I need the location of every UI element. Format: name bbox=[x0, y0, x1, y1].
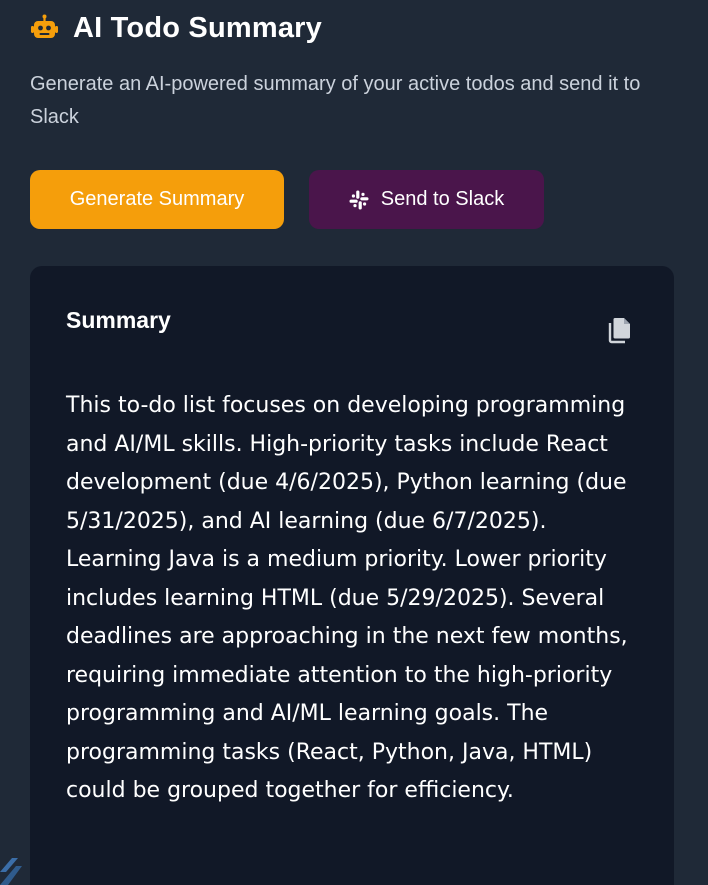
summary-card: Summary This to-do list focuses on devel… bbox=[30, 266, 674, 885]
page-subtitle: Generate an AI-powered summary of your a… bbox=[30, 73, 641, 128]
send-to-slack-label: Send to Slack bbox=[380, 188, 505, 210]
send-to-slack-button[interactable]: Send to Slack bbox=[309, 170, 544, 229]
header: AI Todo Summary bbox=[30, 12, 322, 45]
robot-icon bbox=[30, 14, 59, 43]
corner-decoration-icon bbox=[0, 850, 30, 885]
page-title: AI Todo Summary bbox=[73, 12, 322, 44]
generate-summary-label: Generate Summary bbox=[69, 188, 245, 210]
generate-summary-button[interactable]: Generate Summary bbox=[30, 170, 284, 229]
copy-icon[interactable] bbox=[607, 316, 633, 344]
summary-text: This to-do list focuses on developing pr… bbox=[66, 393, 628, 803]
summary-heading: Summary bbox=[66, 307, 171, 333]
page: AI Todo Summary Generate an AI-powered s… bbox=[0, 0, 708, 885]
slack-icon bbox=[349, 190, 369, 210]
